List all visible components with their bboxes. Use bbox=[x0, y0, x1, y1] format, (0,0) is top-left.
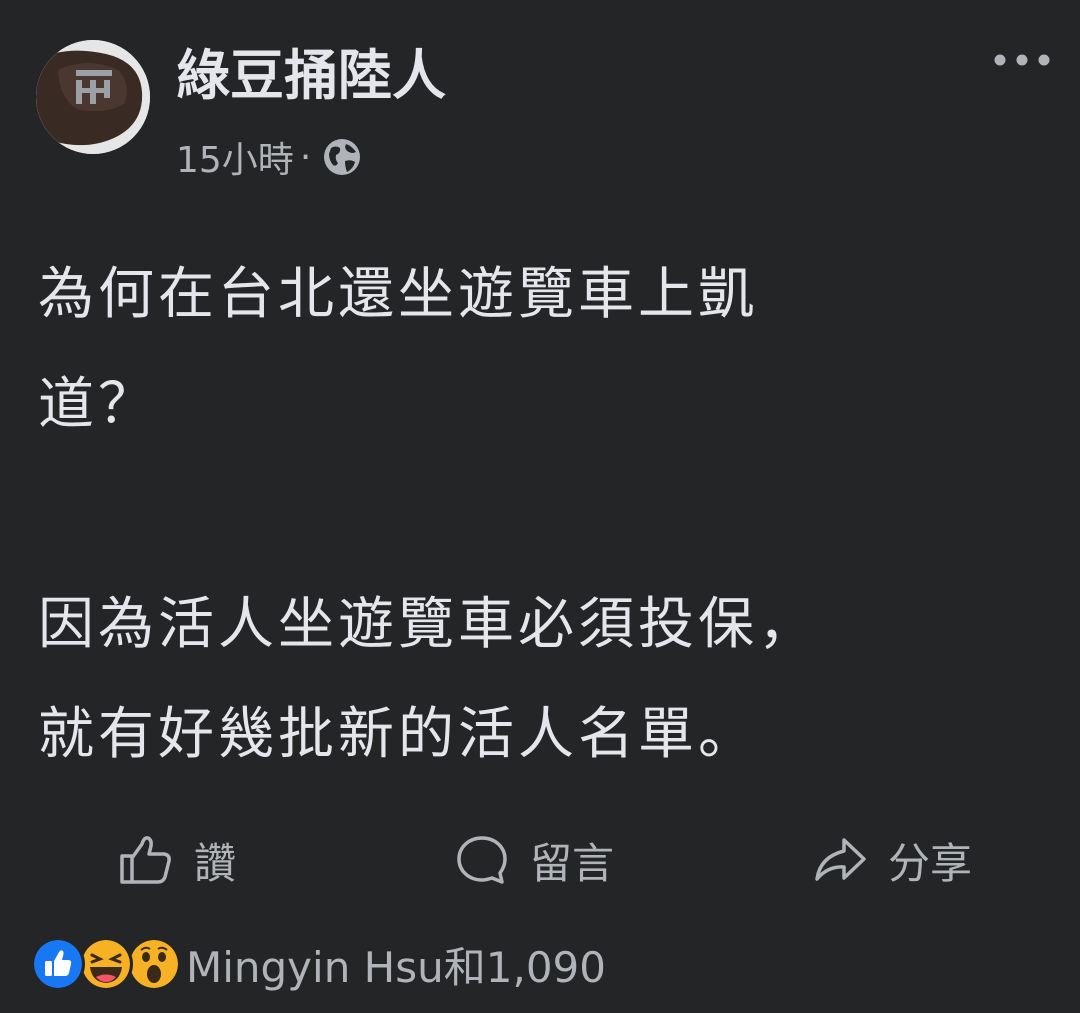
share-arrow-icon bbox=[815, 838, 866, 881]
globe-icon bbox=[324, 139, 361, 175]
like-label: 讚 bbox=[194, 838, 237, 888]
comment-bubble-icon bbox=[457, 836, 507, 884]
reactions-summary[interactable]: Mingyin Hsu和1,090 bbox=[34, 932, 606, 996]
post-text-line: 就有好幾批新的活人名單。 bbox=[38, 702, 758, 767]
more-horizontal-icon bbox=[994, 54, 1050, 66]
haha-reaction-icon bbox=[82, 940, 130, 988]
comment-label: 留言 bbox=[530, 838, 615, 888]
avatar[interactable] bbox=[36, 40, 150, 154]
comment-button[interactable]: 留言 bbox=[454, 818, 614, 902]
action-bar: 讚 留言 分享 bbox=[0, 818, 1080, 902]
reaction-count: Mingyin Hsu和1,090 bbox=[186, 942, 607, 992]
meta-separator: · bbox=[299, 136, 312, 178]
thumbs-up-icon bbox=[120, 836, 171, 884]
post-text-line: 為何在台北還坐遊覽車上凱 bbox=[38, 262, 758, 327]
avatar-image bbox=[36, 40, 150, 154]
share-button[interactable]: 分享 bbox=[812, 818, 972, 902]
post-text-line: 道？ bbox=[38, 372, 158, 437]
like-reaction-icon bbox=[34, 940, 82, 988]
share-label: 分享 bbox=[888, 838, 973, 888]
post-text-line: 因為活人坐遊覽車必須投保， bbox=[38, 592, 818, 657]
post-timestamp[interactable]: 15小時 bbox=[176, 131, 294, 183]
wow-reaction-icon bbox=[130, 940, 178, 988]
reaction-icons bbox=[34, 938, 178, 990]
post-meta: 15小時 · bbox=[176, 132, 363, 182]
post-body: 為何在台北還坐遊覽車上凱 道？ 因為活人坐遊覽車必須投保， 就有好幾批新的活人名… bbox=[38, 240, 1048, 790]
like-button[interactable]: 讚 bbox=[118, 818, 236, 902]
more-options-button[interactable] bbox=[992, 40, 1052, 80]
author-name[interactable]: 綠豆捅陸人 bbox=[176, 36, 446, 116]
